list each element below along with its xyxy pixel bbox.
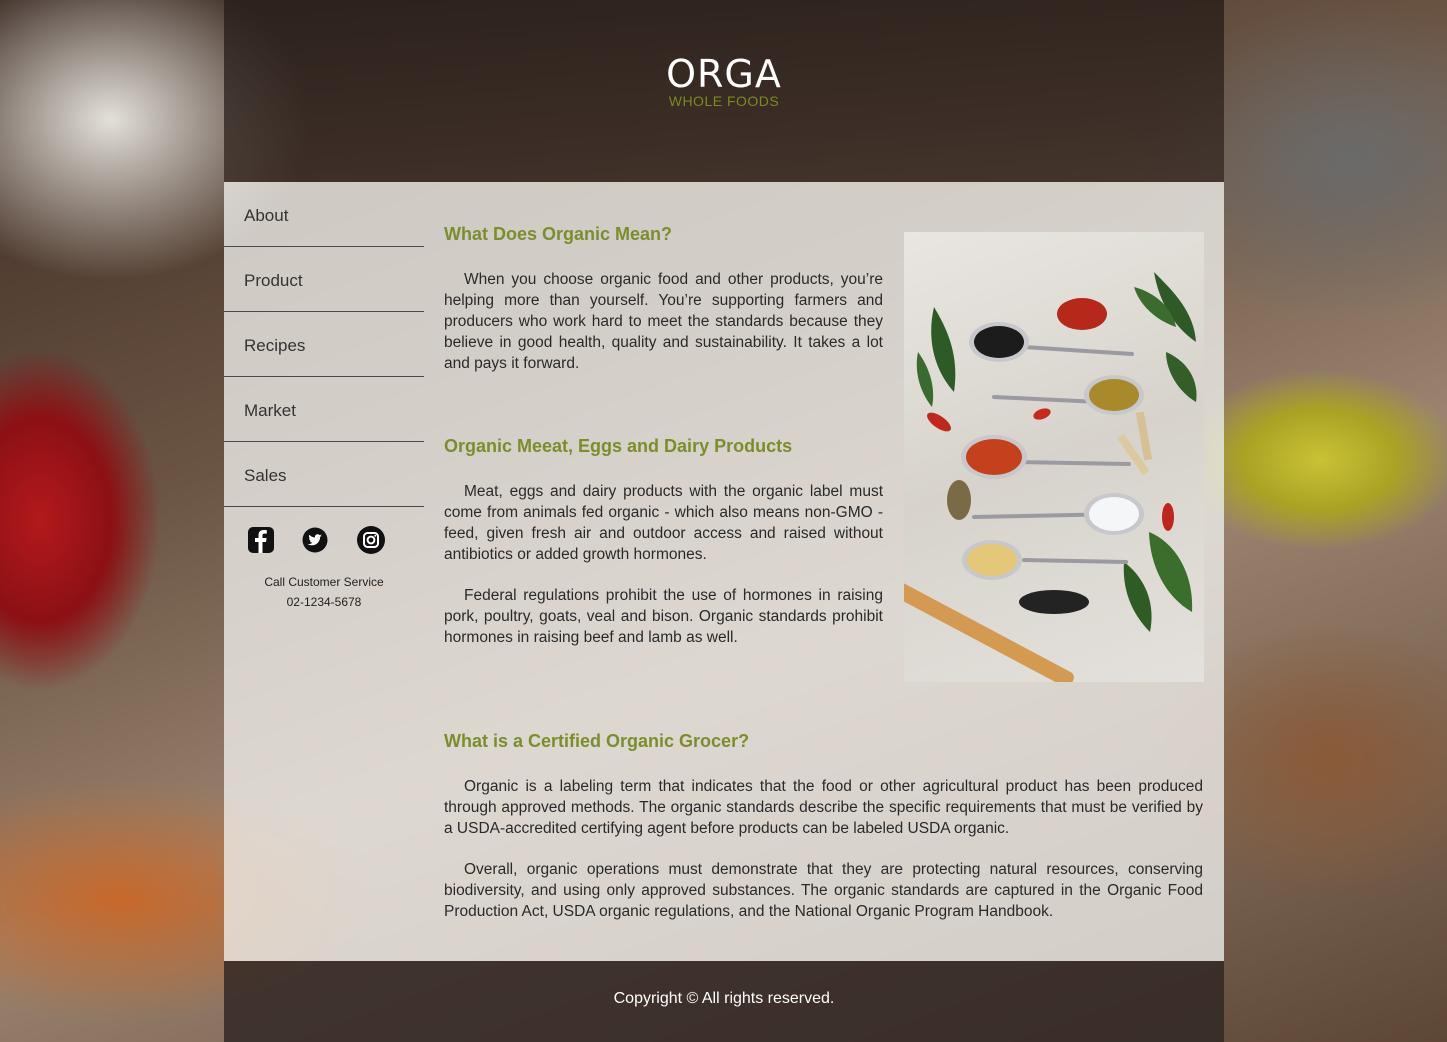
facebook-icon[interactable] bbox=[246, 525, 276, 555]
site-header: ORGA WHOLE FOODS bbox=[224, 0, 1224, 182]
site-footer: Copyright © All rights reserved. bbox=[224, 961, 1224, 1042]
brand-name: ORGA bbox=[666, 52, 782, 96]
nav-item-recipes[interactable]: Recipes bbox=[224, 312, 424, 377]
sidebar-nav: About Product Recipes Market Sales bbox=[224, 182, 424, 507]
twitter-icon[interactable] bbox=[300, 525, 330, 555]
customer-service: Call Customer Service 02-1234-5678 bbox=[224, 572, 424, 612]
spices-photo bbox=[904, 232, 1204, 682]
brand-logo[interactable]: ORGA WHOLE FOODS bbox=[663, 54, 785, 108]
section-title: Organic Meeat, Eggs and Dairy Products bbox=[444, 436, 793, 456]
copyright-text: Copyright © All rights reserved. bbox=[613, 990, 835, 1007]
customer-service-phone[interactable]: 02-1234-5678 bbox=[224, 592, 424, 612]
section-paragraph: Federal regulations prohibit the use of … bbox=[444, 587, 883, 646]
spices-illustration bbox=[904, 272, 1197, 682]
social-links bbox=[244, 525, 424, 559]
section-paragraph: Organic is a labeling term that indicate… bbox=[444, 778, 1203, 837]
nav-item-market[interactable]: Market bbox=[224, 377, 424, 442]
brand-tagline: WHOLE FOODS bbox=[668, 93, 780, 109]
nav-item-about[interactable]: About bbox=[224, 182, 424, 247]
customer-service-label: Call Customer Service bbox=[264, 575, 384, 589]
section-title: What Does Organic Mean? bbox=[444, 224, 673, 244]
page-wrapper: ORGA WHOLE FOODS About Product Recipes M… bbox=[224, 0, 1224, 1042]
nav-item-product[interactable]: Product bbox=[224, 247, 424, 312]
instagram-icon[interactable] bbox=[356, 525, 386, 555]
section-paragraph: Overall, organic operations must demonst… bbox=[444, 861, 1203, 920]
content-panel: About Product Recipes Market Sales Call … bbox=[224, 182, 1224, 961]
section-paragraph: When you choose organic food and other p… bbox=[444, 271, 883, 372]
section-title: What is a Certified Organic Grocer? bbox=[444, 731, 750, 751]
nav-item-sales[interactable]: Sales bbox=[224, 442, 424, 507]
section-paragraph: Meat, eggs and dairy products with the o… bbox=[444, 483, 883, 563]
